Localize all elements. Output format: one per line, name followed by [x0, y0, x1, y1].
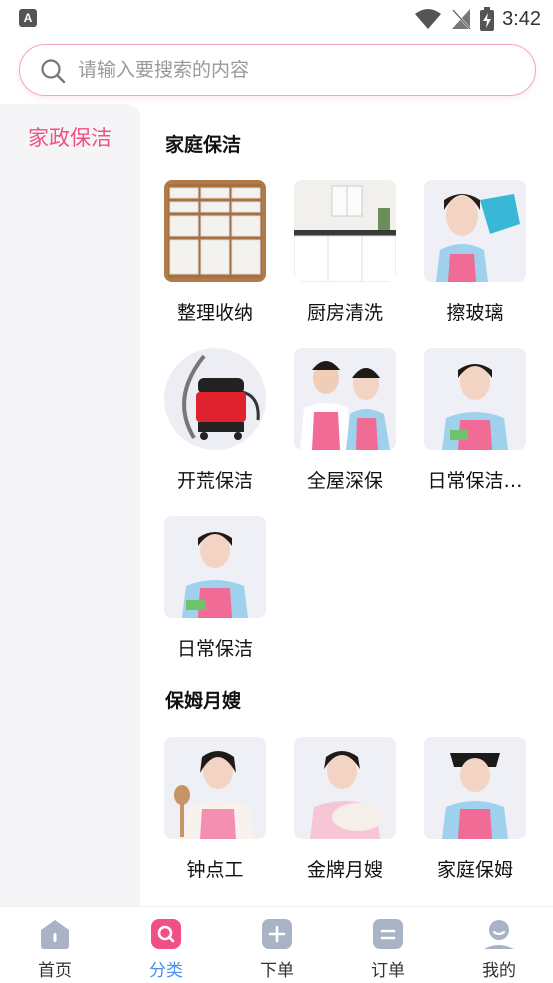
service-item-daily-cleaning[interactable]: 日常保洁 — [140, 516, 270, 676]
service-label: 家庭保姆 — [436, 859, 513, 881]
service-item-whole-house[interactable]: 全屋深保 — [270, 348, 400, 508]
cleaner-woman-image — [424, 348, 526, 450]
category-search-icon — [151, 919, 181, 949]
service-label: 厨房清洗 — [306, 302, 383, 324]
tab-home[interactable]: 首页 — [0, 907, 110, 983]
service-item-window-cleaning[interactable]: 擦玻璃 — [400, 180, 530, 340]
service-label: 全屋深保 — [306, 470, 383, 492]
service-item-hourly-worker[interactable]: 钟点工 — [140, 737, 270, 897]
service-label: 金牌月嫂 — [306, 859, 383, 881]
service-label: 擦玻璃 — [446, 302, 504, 324]
app-notification-icon: A — [19, 9, 37, 27]
cleaner-woman-image — [164, 516, 266, 618]
vacuum-cleaner-image — [164, 348, 266, 450]
tab-label: 下单 — [260, 961, 294, 981]
service-item-gold-nanny[interactable]: 金牌月嫂 — [270, 737, 400, 897]
wifi-icon — [415, 9, 442, 29]
service-item-home-nanny[interactable]: 家庭保姆 — [400, 737, 530, 897]
bottom-tab-bar: 首页 分类 下单 订单 我的 — [0, 906, 553, 983]
section-title-home-cleaning: 家庭保洁 — [165, 134, 242, 156]
service-label: 日常保洁… — [427, 470, 523, 492]
tab-label: 首页 — [38, 961, 72, 981]
tab-profile[interactable]: 我的 — [444, 907, 553, 983]
tab-category[interactable]: 分类 — [111, 907, 221, 983]
tab-place-order[interactable]: 下单 — [222, 907, 332, 983]
nanny-with-baby-image — [294, 737, 396, 839]
home-icon — [41, 920, 69, 949]
cleaner-with-cloth-image — [424, 180, 526, 282]
storage-drawers-image — [164, 180, 266, 282]
service-label: 钟点工 — [186, 859, 244, 881]
section-title-nanny: 保姆月嫂 — [165, 690, 242, 712]
tab-orders[interactable]: 订单 — [333, 907, 443, 983]
service-item-deep-cleaning[interactable]: 开荒保洁 — [140, 348, 270, 508]
battery-charging-icon — [480, 7, 495, 31]
tab-label: 分类 — [149, 961, 183, 981]
plus-icon — [262, 919, 292, 949]
no-signal-icon — [452, 9, 471, 30]
tab-label: 我的 — [482, 961, 516, 981]
cleaner-couple-image — [294, 348, 396, 450]
tab-label: 订单 — [371, 961, 405, 981]
status-bar: A 3:42 — [0, 0, 553, 38]
housekeeper-with-cap-image — [424, 737, 526, 839]
category-sidebar: 家政保洁 — [0, 104, 140, 906]
clock: 3:42 — [502, 7, 541, 30]
kitchen-image — [294, 180, 396, 282]
category-content: 家庭保洁 整理收纳 厨房清洗 擦玻璃 开荒保洁 全屋深保 日常保洁… 日常保洁 … — [140, 104, 553, 906]
search-input[interactable] — [78, 45, 518, 94]
service-label: 开荒保洁 — [176, 470, 253, 492]
sidebar-item-household-cleaning[interactable]: 家政保洁 — [0, 118, 140, 158]
profile-icon — [484, 920, 514, 949]
search-icon — [41, 59, 66, 84]
service-label: 日常保洁 — [176, 638, 253, 660]
service-item-kitchen[interactable]: 厨房清洗 — [270, 180, 400, 340]
service-item-daily-cleaning-truncated[interactable]: 日常保洁… — [400, 348, 530, 508]
housekeeper-woman-image — [164, 737, 266, 839]
order-list-icon — [373, 919, 403, 949]
service-label: 整理收纳 — [176, 302, 253, 324]
status-icons: 3:42 — [414, 5, 541, 33]
service-item-storage[interactable]: 整理收纳 — [140, 180, 270, 340]
search-bar[interactable] — [19, 44, 536, 96]
